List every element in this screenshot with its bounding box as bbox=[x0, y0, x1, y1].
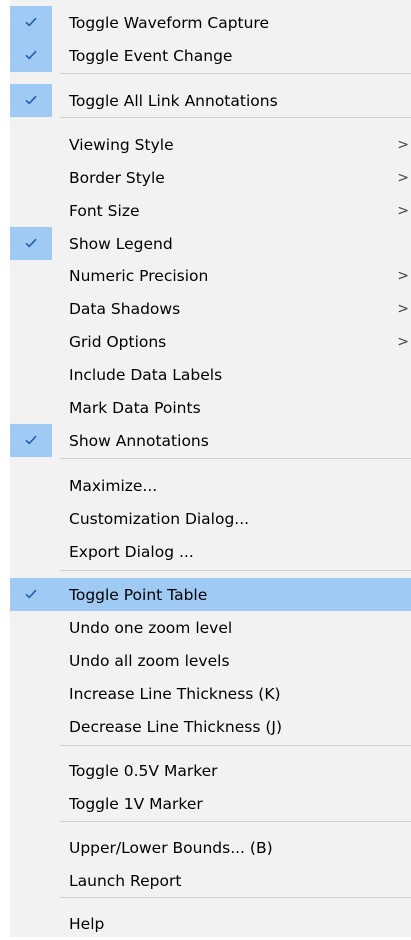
menu-item-label: Undo one zoom level bbox=[69, 618, 233, 637]
menu-item-gutter bbox=[10, 161, 52, 194]
menu-item-label: Data Shadows bbox=[69, 299, 181, 318]
menu-item-label: Border Style bbox=[69, 168, 165, 187]
menu-item-decrease-line-thickness-j[interactable]: Decrease Line Thickness (J) bbox=[10, 710, 411, 743]
menu-item-font-size[interactable]: Font Size > bbox=[10, 194, 411, 227]
menu-separator bbox=[60, 570, 411, 571]
menu-item-toggle-0-5v-marker[interactable]: Toggle 0.5V Marker bbox=[10, 754, 411, 787]
menu-item-label: Help bbox=[69, 914, 105, 933]
menu-item-label: Toggle 0.5V Marker bbox=[69, 761, 218, 780]
checkmark-icon bbox=[25, 48, 37, 60]
menu-item-gutter bbox=[10, 194, 52, 227]
menu-item-gutter bbox=[10, 677, 52, 710]
menu-item-undo-all-zoom-levels[interactable]: Undo all zoom levels bbox=[10, 644, 411, 677]
checkmark-icon bbox=[25, 15, 37, 27]
menu-item-export-dialog[interactable]: Export Dialog ... bbox=[10, 535, 411, 568]
menu-item-show-legend[interactable]: Show Legend bbox=[10, 227, 411, 260]
checkmark-icon bbox=[25, 433, 37, 445]
menu-item-label: Toggle All Link Annotations bbox=[69, 91, 278, 110]
menu-item-upper-lower-bounds-b[interactable]: Upper/Lower Bounds... (B) bbox=[10, 831, 411, 864]
menu-item-mark-data-points[interactable]: Mark Data Points bbox=[10, 391, 411, 424]
menu-item-gutter bbox=[10, 424, 52, 457]
checkmark-icon bbox=[25, 93, 37, 105]
menu-item-label: Customization Dialog... bbox=[69, 509, 250, 528]
menu-item-label: Undo all zoom levels bbox=[69, 651, 230, 670]
menu-item-customization-dialog[interactable]: Customization Dialog... bbox=[10, 502, 411, 535]
menu-item-gutter bbox=[10, 754, 52, 787]
menu-left-edge bbox=[0, 0, 10, 937]
menu-item-label: Launch Report bbox=[69, 871, 182, 890]
menu-item-launch-report[interactable]: Launch Report bbox=[10, 864, 411, 897]
menu-item-gutter bbox=[10, 391, 52, 424]
menu-item-data-shadows[interactable]: Data Shadows > bbox=[10, 292, 411, 325]
menu-item-gutter bbox=[10, 259, 52, 292]
menu-item-toggle-waveform-capture[interactable]: Toggle Waveform Capture bbox=[10, 6, 411, 39]
chevron-right-icon: > bbox=[397, 300, 409, 317]
menu-item-gutter bbox=[10, 469, 52, 502]
menu-item-gutter bbox=[10, 535, 52, 568]
menu-item-gutter bbox=[10, 611, 52, 644]
menu-item-grid-options[interactable]: Grid Options > bbox=[10, 325, 411, 358]
menu-item-gutter bbox=[10, 84, 52, 117]
menu-item-label: Grid Options bbox=[69, 332, 167, 351]
menu-item-gutter bbox=[10, 227, 52, 260]
menu-item-label: Toggle Point Table bbox=[69, 585, 208, 604]
menu-item-gutter bbox=[10, 864, 52, 897]
chevron-right-icon: > bbox=[397, 202, 409, 219]
menu-item-gutter bbox=[10, 787, 52, 820]
menu-item-toggle-event-change[interactable]: Toggle Event Change bbox=[10, 39, 411, 72]
menu-item-gutter bbox=[10, 292, 52, 325]
menu-item-gutter bbox=[10, 710, 52, 743]
menu-item-show-annotations[interactable]: Show Annotations bbox=[10, 424, 411, 457]
menu-separator bbox=[60, 897, 411, 898]
menu-item-gutter bbox=[10, 325, 52, 358]
menu-item-gutter bbox=[10, 358, 52, 391]
menu-item-label: Show Annotations bbox=[69, 431, 209, 450]
menu-item-label: Increase Line Thickness (K) bbox=[69, 684, 281, 703]
chevron-right-icon: > bbox=[397, 333, 409, 350]
checkmark-icon bbox=[25, 587, 37, 599]
menu-item-label: Upper/Lower Bounds... (B) bbox=[69, 838, 273, 857]
menu-separator bbox=[60, 745, 411, 746]
menu-separator bbox=[60, 821, 411, 822]
menu-item-label: Maximize... bbox=[69, 476, 158, 495]
menu-item-label: Toggle Waveform Capture bbox=[69, 13, 270, 32]
checkmark-icon bbox=[25, 236, 37, 248]
menu-item-gutter bbox=[10, 907, 52, 940]
menu-item-increase-line-thickness-k[interactable]: Increase Line Thickness (K) bbox=[10, 677, 411, 710]
menu-item-gutter bbox=[10, 128, 52, 161]
menu-item-include-data-labels[interactable]: Include Data Labels bbox=[10, 358, 411, 391]
menu-item-toggle-1v-marker[interactable]: Toggle 1V Marker bbox=[10, 787, 411, 820]
menu-item-label: Viewing Style bbox=[69, 135, 174, 154]
menu-item-label: Mark Data Points bbox=[69, 398, 201, 417]
menu-item-gutter bbox=[10, 6, 52, 39]
menu-item-gutter bbox=[10, 578, 52, 611]
menu-item-gutter bbox=[10, 831, 52, 864]
menu-separator bbox=[60, 117, 411, 118]
menu-item-label: Export Dialog ... bbox=[69, 542, 194, 561]
context-menu: Toggle Waveform Capture Toggle Event Chan… bbox=[0, 0, 411, 937]
menu-item-gutter bbox=[10, 39, 52, 72]
menu-item-help[interactable]: Help bbox=[10, 907, 411, 940]
menu-item-border-style[interactable]: Border Style > bbox=[10, 161, 411, 194]
menu-item-toggle-point-table[interactable]: Toggle Point Table bbox=[10, 578, 411, 611]
menu-item-undo-one-zoom-level[interactable]: Undo one zoom level bbox=[10, 611, 411, 644]
menu-item-label: Include Data Labels bbox=[69, 365, 223, 384]
chevron-right-icon: > bbox=[397, 136, 409, 153]
menu-item-numeric-precision[interactable]: Numeric Precision > bbox=[10, 259, 411, 292]
menu-item-viewing-style[interactable]: Viewing Style > bbox=[10, 128, 411, 161]
menu-item-label: Toggle Event Change bbox=[69, 46, 233, 65]
menu-item-gutter bbox=[10, 502, 52, 535]
chevron-right-icon: > bbox=[397, 169, 409, 186]
menu-separator bbox=[60, 458, 411, 459]
menu-item-label: Show Legend bbox=[69, 234, 173, 253]
menu-item-maximize[interactable]: Maximize... bbox=[10, 469, 411, 502]
menu-item-label: Numeric Precision bbox=[69, 266, 209, 285]
menu-item-label: Toggle 1V Marker bbox=[69, 794, 203, 813]
menu-item-label: Decrease Line Thickness (J) bbox=[69, 717, 283, 736]
menu-item-label: Font Size bbox=[69, 201, 140, 220]
menu-separator bbox=[60, 73, 411, 74]
menu-item-gutter bbox=[10, 644, 52, 677]
menu-item-toggle-all-link-annotations[interactable]: Toggle All Link Annotations bbox=[10, 84, 411, 117]
chevron-right-icon: > bbox=[397, 267, 409, 284]
